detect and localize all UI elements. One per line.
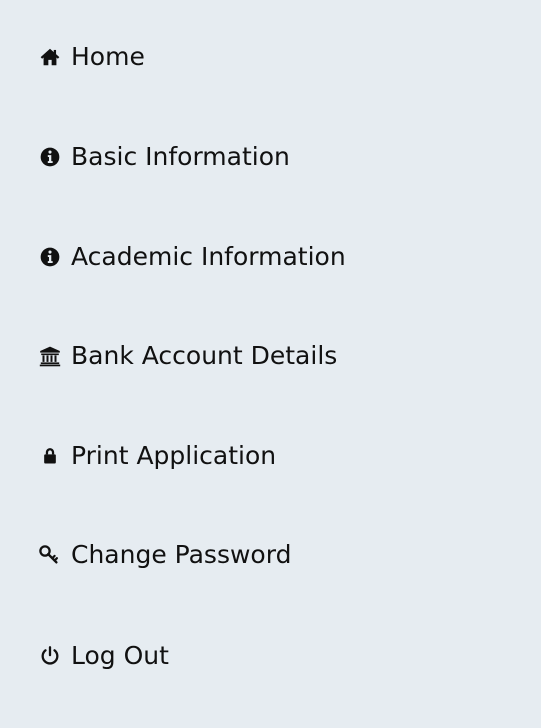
- sidebar-item-label: Basic Information: [71, 142, 290, 171]
- key-icon: [38, 543, 62, 567]
- sidebar-item-label: Log Out: [71, 641, 169, 670]
- sidebar-item-home[interactable]: Home: [38, 37, 145, 77]
- info-circle-icon: [38, 245, 62, 269]
- sidebar-item-academic-information[interactable]: Academic Information: [38, 237, 346, 277]
- sidebar-item-log-out[interactable]: Log Out: [38, 636, 169, 676]
- sidebar-item-basic-information[interactable]: Basic Information: [38, 137, 290, 177]
- sidebar-item-bank-account-details[interactable]: Bank Account Details: [38, 336, 337, 376]
- sidebar-item-label: Change Password: [71, 540, 292, 569]
- info-circle-icon: [38, 145, 62, 169]
- sidebar-item-label: Academic Information: [71, 242, 346, 271]
- sidebar-item-change-password[interactable]: Change Password: [38, 535, 291, 575]
- power-icon: [38, 644, 62, 668]
- sidebar-item-label: Bank Account Details: [71, 341, 338, 370]
- sidebar-item-label: Print Application: [71, 441, 277, 470]
- lock-icon: [38, 444, 62, 468]
- bank-icon: [38, 344, 62, 368]
- sidebar-nav: Home Basic Information Academic Informat…: [0, 0, 541, 728]
- sidebar-item-print-application[interactable]: Print Application: [38, 436, 276, 476]
- home-icon: [38, 45, 62, 69]
- sidebar-item-label: Home: [71, 42, 145, 71]
